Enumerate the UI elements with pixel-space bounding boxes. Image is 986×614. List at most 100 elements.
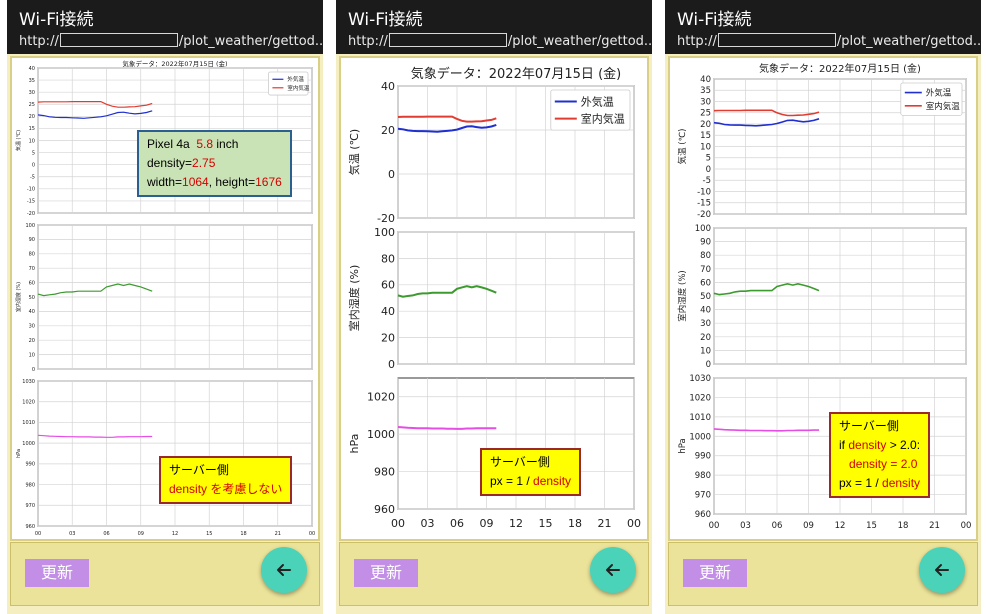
subplot-1: 0 20 40 60 80 100 室内湿度 (%) xyxy=(347,226,635,371)
back-fab-button[interactable] xyxy=(590,547,636,593)
y-tick-label: 25 xyxy=(700,109,711,119)
update-button[interactable]: 更新 xyxy=(683,559,747,587)
update-button[interactable]: 更新 xyxy=(25,559,89,587)
y-tick-label: 30 xyxy=(700,97,711,107)
y-axis-label: hPa xyxy=(16,449,22,458)
y-tick-label: 1000 xyxy=(22,441,35,447)
y-tick-label: 20 xyxy=(700,333,711,343)
y-tick-label: 20 xyxy=(29,114,35,120)
note-text: px = 1 / xyxy=(839,476,883,490)
y-tick-label: 0 xyxy=(32,162,35,168)
y-tick-label: 50 xyxy=(29,295,35,301)
x-tick-label: 12 xyxy=(172,531,178,537)
x-tick-label: 00 xyxy=(627,517,641,530)
note-line: サーバー側 xyxy=(490,453,571,472)
subplot-2: 960 970 980 990 1000 1010 1020 1030 hPa xyxy=(16,379,313,530)
y-tick-label: 60 xyxy=(700,278,711,288)
y-tick-label: 1020 xyxy=(367,391,395,404)
weather-chart-image: 気象データ：2022年07月15日 (金)-20-15-10-505101520… xyxy=(677,62,971,531)
app-bar: Wi-Fi接続 http:// /plot_weather/gettod... xyxy=(7,0,323,54)
note-highlight-text: density = 2.0 xyxy=(849,457,918,471)
x-tick-label: 18 xyxy=(898,521,909,531)
note-text: if xyxy=(839,438,849,452)
y-tick-label: 5 xyxy=(706,154,711,164)
server-side-note: サーバー側 px = 1 / density xyxy=(480,448,582,496)
x-tick-label: 00 xyxy=(709,521,720,531)
chart-webview[interactable]: 気象データ：2022年07月15日 (金) -20 -15 -10 -5 0 5 10 15 20… xyxy=(668,56,978,541)
y-tick-label: 20 xyxy=(700,120,711,130)
note-highlight-text: density xyxy=(882,476,921,490)
note-text: > 2.0: xyxy=(886,438,921,452)
y-tick-label: 0 xyxy=(706,360,711,370)
url-redacted-box xyxy=(59,33,178,47)
x-tick-label: 06 xyxy=(103,531,109,537)
bottom-bar: 更新 xyxy=(339,542,649,606)
y-tick-label: -5 xyxy=(30,175,35,181)
url-prefix: http:// xyxy=(677,34,717,49)
x-tick-label: 00 xyxy=(391,517,405,530)
y-tick-label: 1000 xyxy=(689,432,711,442)
y-tick-label: 70 xyxy=(29,266,35,272)
y-tick-label: 50 xyxy=(700,292,711,302)
y-tick-label: 40 xyxy=(381,305,395,318)
update-button[interactable]: 更新 xyxy=(354,559,418,587)
note-line: density=2.75 xyxy=(147,154,282,173)
y-axis-label: 気温 (℃) xyxy=(347,129,361,175)
y-axis-label: hPa xyxy=(678,438,688,453)
note-line: サーバー側 xyxy=(169,461,282,480)
note-text: サーバー側 xyxy=(839,419,899,433)
x-tick-label: 15 xyxy=(539,517,553,530)
y-tick-label: 15 xyxy=(700,131,711,141)
chart-legend: 外気温室内気温 xyxy=(900,82,963,116)
y-tick-label: 990 xyxy=(25,462,35,468)
y-tick-label: 1020 xyxy=(689,393,711,403)
legend-label: 外気温 xyxy=(287,75,304,83)
url-redacted-box xyxy=(717,33,836,47)
y-tick-label: 0 xyxy=(706,165,711,175)
url-suffix: /plot_weather/gettod... xyxy=(507,34,652,49)
y-tick-label: -5 xyxy=(703,176,711,186)
url-text: http:// /plot_weather/gettod... xyxy=(19,33,323,50)
x-tick-label: 18 xyxy=(240,531,246,537)
app-title: Wi-Fi接続 xyxy=(348,10,423,30)
y-tick-label: 15 xyxy=(29,126,35,132)
y-tick-label: 1030 xyxy=(22,379,35,385)
note-highlight-text: 1064 xyxy=(182,175,209,189)
y-tick-label: 0 xyxy=(388,168,395,181)
y-tick-label: 80 xyxy=(29,252,35,258)
legend-label: 室内気温 xyxy=(287,84,310,92)
note-line: px = 1 / density xyxy=(839,474,920,493)
app-bar: Wi-Fi接続 http:// /plot_weather/gettod... xyxy=(336,0,652,54)
note-text: , height= xyxy=(208,175,256,189)
y-tick-label: 20 xyxy=(381,331,395,344)
note-line: density = 2.0 xyxy=(839,455,920,474)
y-tick-label: 970 xyxy=(695,491,711,501)
y-tick-label: 80 xyxy=(381,252,395,265)
note-line: if density > 2.0: xyxy=(839,436,920,455)
url-prefix: http:// xyxy=(348,34,388,49)
y-tick-label: 5 xyxy=(32,150,35,156)
x-tick-label: 09 xyxy=(138,531,144,537)
x-tick-label: 12 xyxy=(509,517,523,530)
y-axis-label: hPa xyxy=(348,434,361,454)
y-tick-label: 40 xyxy=(700,75,711,85)
note-text: width= xyxy=(147,175,183,189)
subplot-1: 0 10 20 30 40 50 60 70 80 90 100 室内湿度 (%) xyxy=(677,224,967,370)
y-axis-label: 室内湿度 (%) xyxy=(15,282,22,312)
note-text: px = 1 / xyxy=(490,474,534,488)
y-tick-label: 1000 xyxy=(367,428,395,441)
server-side-note: サーバー側 density を考慮しない xyxy=(159,456,293,504)
y-tick-label: 25 xyxy=(29,102,35,108)
subplot-0: -20 0 20 40 気温 (℃) 外気温室内気温 xyxy=(347,80,635,225)
back-fab-button[interactable] xyxy=(919,547,965,593)
y-tick-label: 100 xyxy=(374,226,395,239)
back-fab-button[interactable] xyxy=(261,547,307,593)
note-line: Pixel 4a 5.8 inch xyxy=(147,135,282,154)
note-text: サーバー側 xyxy=(490,455,550,469)
device-info-note: Pixel 4a 5.8 inch density=2.75 width=1064,… xyxy=(137,130,292,197)
y-tick-label: 20 xyxy=(29,338,35,344)
x-tick-label: 12 xyxy=(835,521,846,531)
legend-label: 室内気温 xyxy=(926,101,961,112)
y-tick-label: 40 xyxy=(700,306,711,316)
y-axis-label: 室内湿度 (%) xyxy=(347,265,361,332)
